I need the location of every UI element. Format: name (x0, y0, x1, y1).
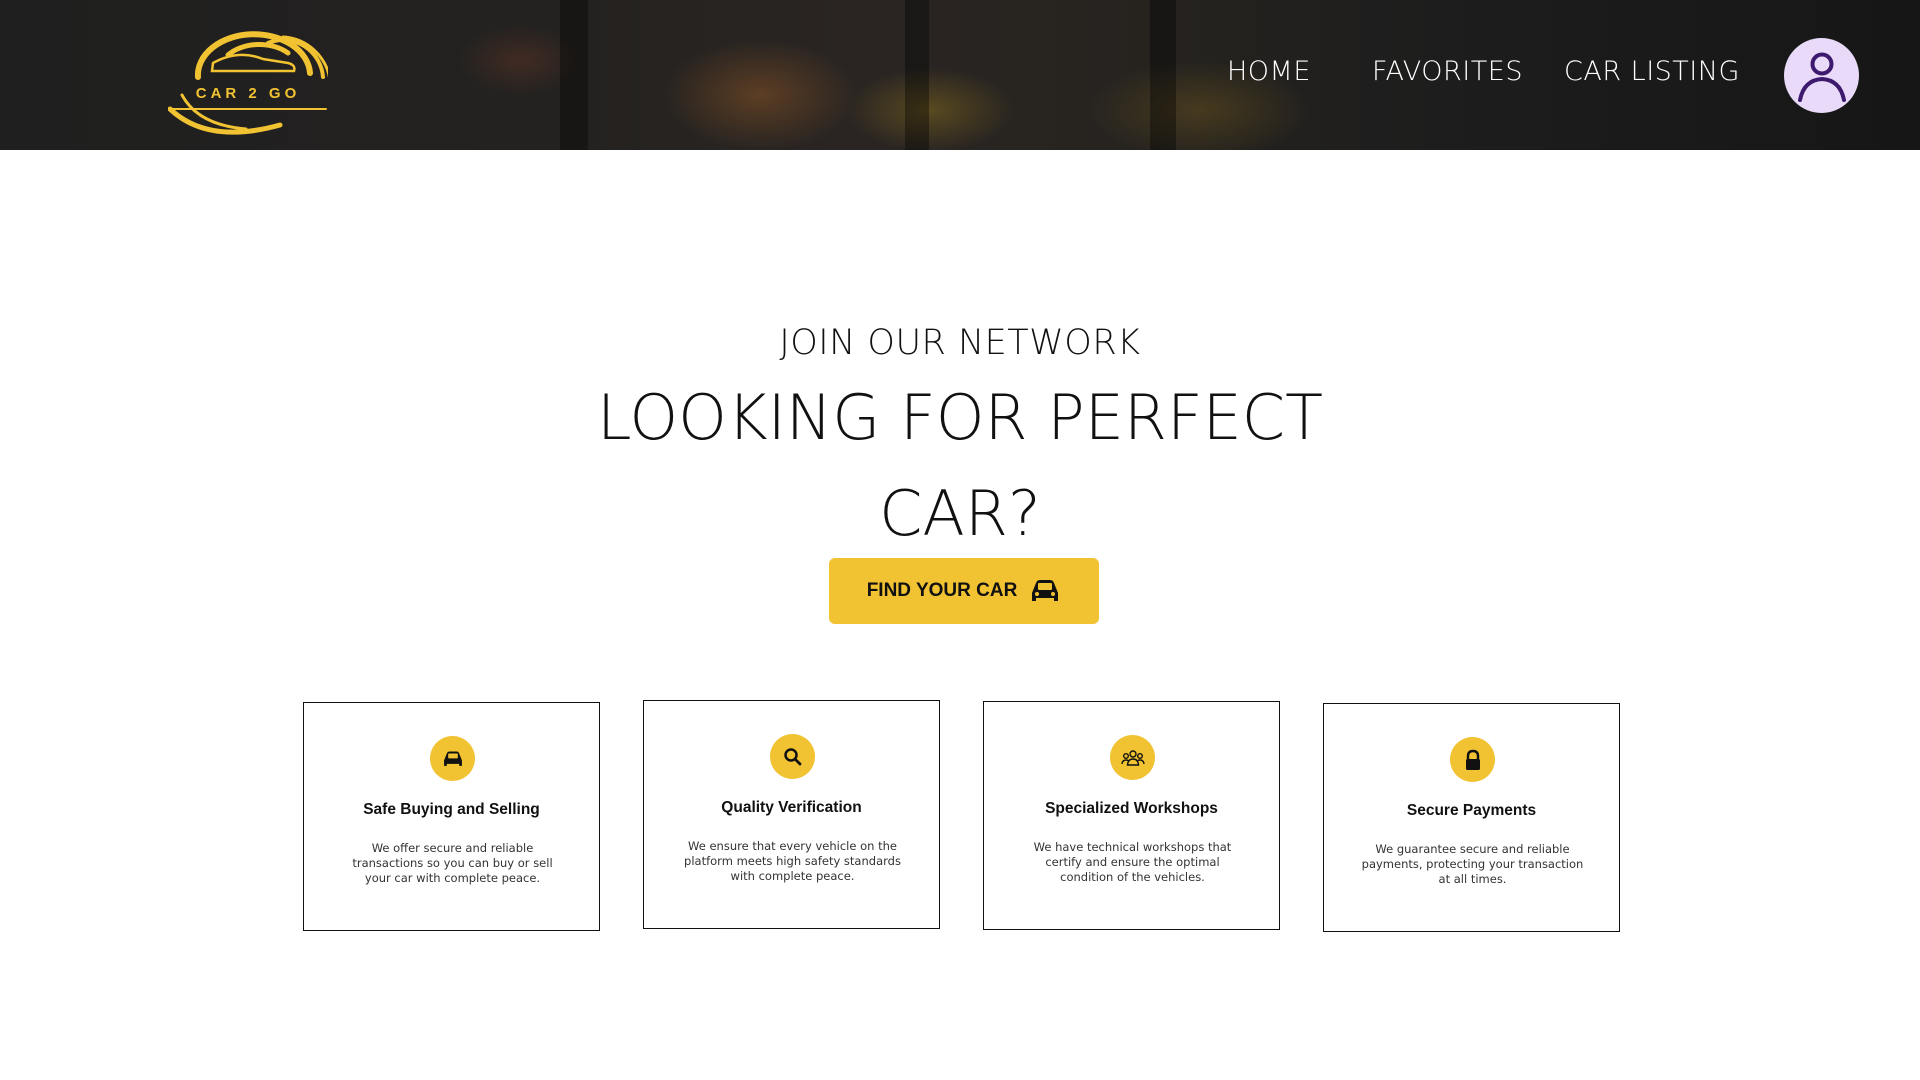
user-icon (1797, 52, 1846, 102)
feature-description: We have technical workshops that certify… (1033, 840, 1232, 884)
search-icon (770, 734, 815, 779)
nav-home[interactable]: HOME (1227, 56, 1311, 87)
car-icon (430, 736, 475, 781)
user-avatar-button[interactable] (1784, 38, 1859, 113)
find-your-car-label: FIND YOUR CAR (866, 580, 1018, 601)
group-icon (1110, 735, 1155, 780)
feature-card-specialized-workshops: Specialized Workshops We have technical … (983, 701, 1280, 930)
feature-description: We offer secure and reliable transaction… (352, 841, 553, 885)
feature-title: Quality Verification (721, 799, 862, 816)
background-beam (1150, 0, 1176, 150)
feature-description: We guarantee secure and reliable payment… (1361, 842, 1584, 886)
feature-title: Safe Buying and Selling (363, 801, 540, 818)
find-your-car-button[interactable]: FIND YOUR CAR (829, 558, 1099, 624)
feature-title: Specialized Workshops (1045, 800, 1218, 817)
logo-text: CAR 2 GO (196, 85, 301, 102)
nav-car-listing[interactable]: CAR LISTING (1564, 56, 1740, 87)
feature-card-secure-payments: Secure Payments We guarantee secure and … (1323, 703, 1620, 932)
lock-icon (1450, 737, 1495, 782)
background-beam (905, 0, 929, 150)
hero-headline: LOOKING FOR PERFECT CAR? (597, 381, 1323, 550)
car-icon (1032, 580, 1059, 601)
site-header: CAR 2 GO HOME FAVORITES CAR LISTING (0, 0, 1920, 150)
nav-favorites[interactable]: FAVORITES (1372, 56, 1523, 87)
feature-title: Secure Payments (1406, 802, 1537, 819)
background-beam (560, 0, 588, 150)
car2go-logo[interactable]: CAR 2 GO (167, 25, 332, 135)
feature-card-safe-buying: Safe Buying and Selling We offer secure … (303, 702, 600, 931)
feature-card-quality-verification: Quality Verification We ensure that ever… (643, 700, 940, 929)
hero-eyebrow: JOIN OUR NETWORK (779, 323, 1141, 363)
feature-description: We ensure that every vehicle on the plat… (684, 839, 901, 883)
